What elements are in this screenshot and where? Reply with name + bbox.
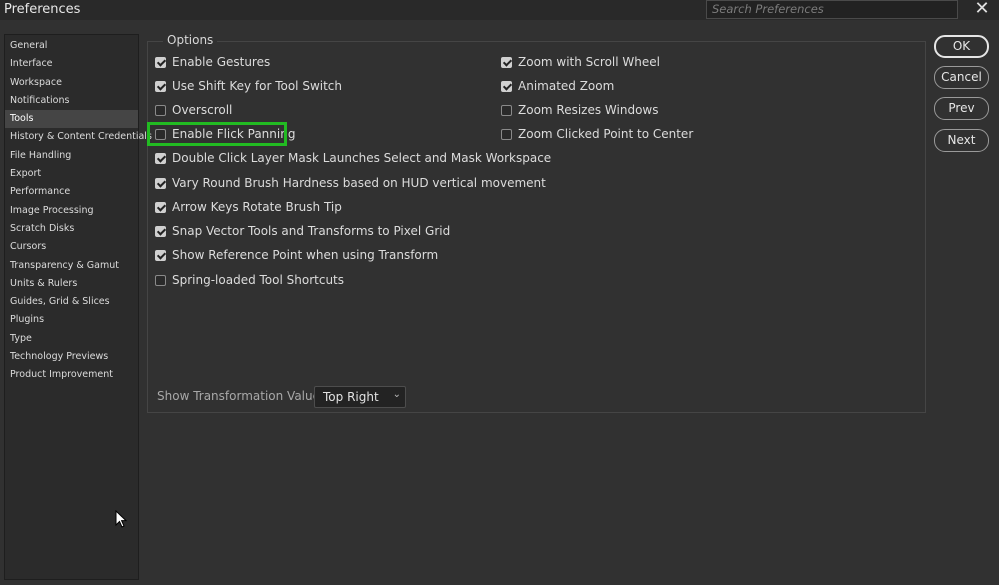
transform-values-select[interactable]: Top Right ⌄: [314, 386, 406, 408]
option-shift-key-tool-switch[interactable]: Use Shift Key for Tool Switch: [155, 78, 342, 94]
sidebar-item-notifications[interactable]: Notifications: [5, 92, 138, 110]
chevron-down-icon: ⌄: [392, 389, 401, 400]
checkbox[interactable]: [155, 274, 166, 286]
checkbox[interactable]: [155, 225, 166, 237]
sidebar-item-interface[interactable]: Interface: [5, 55, 138, 73]
sidebar-item-cursors[interactable]: Cursors: [5, 238, 138, 256]
option-double-click-layer-mask[interactable]: Double Click Layer Mask Launches Select …: [155, 150, 551, 166]
sidebar-item-guides[interactable]: Guides, Grid & Slices: [5, 293, 138, 311]
next-button[interactable]: Next: [934, 129, 989, 152]
checkbox[interactable]: [501, 56, 512, 68]
sidebar-item-scratch-disks[interactable]: Scratch Disks: [5, 220, 138, 238]
transform-values-label: Show Transformation Values:: [157, 389, 331, 403]
checkbox[interactable]: [501, 128, 512, 140]
search-input[interactable]: Search Preferences: [706, 0, 958, 19]
checkbox[interactable]: [155, 177, 166, 189]
option-show-reference-point[interactable]: Show Reference Point when using Transfor…: [155, 247, 438, 263]
checkbox[interactable]: [155, 80, 166, 92]
preferences-sidebar: General Interface Workspace Notification…: [4, 34, 152, 580]
option-overscroll[interactable]: Overscroll: [155, 102, 232, 118]
sidebar-item-image-processing[interactable]: Image Processing: [5, 202, 138, 220]
window-title: Preferences: [4, 2, 81, 17]
title-bar: Preferences Search Preferences ✕: [0, 0, 999, 20]
option-zoom-clicked-point[interactable]: Zoom Clicked Point to Center: [501, 126, 693, 142]
sidebar-item-performance[interactable]: Performance: [5, 183, 138, 201]
option-snap-vector-tools[interactable]: Snap Vector Tools and Transforms to Pixe…: [155, 223, 450, 239]
option-spring-loaded-shortcuts[interactable]: Spring-loaded Tool Shortcuts: [155, 272, 344, 288]
checkbox[interactable]: [501, 104, 512, 116]
sidebar-item-file-handling[interactable]: File Handling: [5, 147, 138, 165]
sidebar-item-general[interactable]: General: [5, 37, 138, 55]
sidebar-item-export[interactable]: Export: [5, 165, 138, 183]
checkbox[interactable]: [155, 56, 166, 68]
sidebar-item-history[interactable]: History & Content Credentials: [5, 128, 152, 146]
options-legend: Options: [163, 33, 218, 47]
transform-values-value: Top Right: [323, 390, 379, 404]
option-enable-gestures[interactable]: Enable Gestures: [155, 54, 270, 70]
sidebar-item-tools[interactable]: Tools: [5, 110, 138, 129]
sidebar-item-type[interactable]: Type: [5, 330, 138, 348]
checkbox[interactable]: [155, 152, 166, 164]
checkbox[interactable]: [155, 104, 166, 116]
option-vary-brush-hardness[interactable]: Vary Round Brush Hardness based on HUD v…: [155, 175, 546, 191]
checkbox[interactable]: [155, 249, 166, 261]
sidebar-item-technology-previews[interactable]: Technology Previews: [5, 348, 138, 366]
prev-button[interactable]: Prev: [934, 97, 989, 120]
checkbox[interactable]: [501, 80, 512, 92]
sidebar-item-plugins[interactable]: Plugins: [5, 311, 138, 329]
option-zoom-scroll-wheel[interactable]: Zoom with Scroll Wheel: [501, 54, 660, 70]
sidebar-item-workspace[interactable]: Workspace: [5, 74, 138, 92]
cancel-button[interactable]: Cancel: [934, 66, 989, 89]
close-icon[interactable]: ✕: [972, 0, 992, 19]
option-zoom-resizes-windows[interactable]: Zoom Resizes Windows: [501, 102, 659, 118]
sidebar-item-transparency[interactable]: Transparency & Gamut: [5, 257, 138, 275]
mouse-cursor-icon: [115, 510, 128, 528]
highlight-box: [147, 122, 287, 146]
sidebar-item-product-improvement[interactable]: Product Improvement: [5, 366, 138, 384]
ok-button[interactable]: OK: [934, 35, 989, 58]
sidebar-item-units-rulers[interactable]: Units & Rulers: [5, 275, 138, 293]
option-animated-zoom[interactable]: Animated Zoom: [501, 78, 614, 94]
checkbox[interactable]: [155, 201, 166, 213]
option-arrow-keys-rotate[interactable]: Arrow Keys Rotate Brush Tip: [155, 199, 342, 215]
